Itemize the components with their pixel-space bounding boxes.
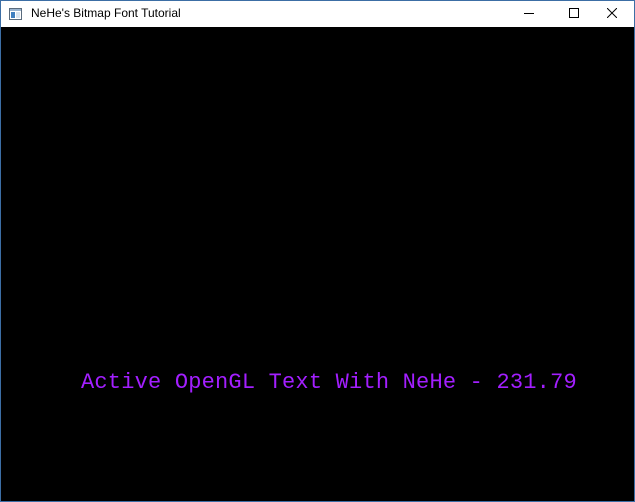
opengl-canvas[interactable]: Active OpenGL Text With NeHe - 231.79	[1, 27, 634, 501]
title-bar[interactable]: NeHe's Bitmap Font Tutorial	[1, 1, 634, 27]
opengl-text-label: Active OpenGL Text With NeHe -	[81, 370, 497, 395]
window-title: NeHe's Bitmap Font Tutorial	[31, 6, 181, 20]
opengl-text-value: 231.79	[496, 370, 577, 395]
opengl-text-line: Active OpenGL Text With NeHe - 231.79	[81, 370, 577, 396]
minimize-button[interactable]	[506, 1, 552, 27]
close-icon	[606, 5, 618, 23]
close-button[interactable]	[589, 1, 635, 27]
application-window: NeHe's Bitmap Font Tutorial Active OpenG…	[0, 0, 635, 502]
app-window-icon	[9, 7, 22, 20]
minimize-icon	[524, 5, 534, 23]
maximize-icon	[569, 5, 579, 23]
